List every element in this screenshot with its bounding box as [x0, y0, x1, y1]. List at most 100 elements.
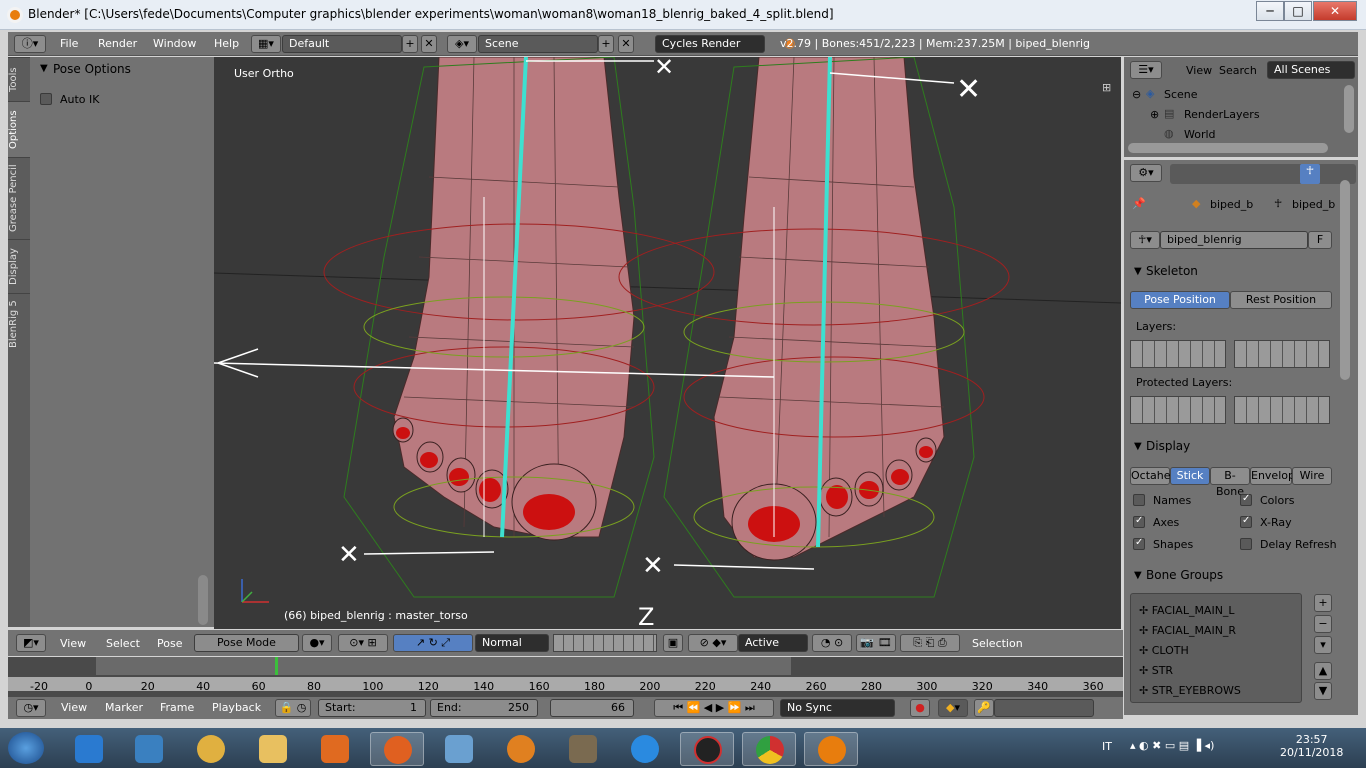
pose-copy-paste-buttons[interactable]: ⎘ ⎗ ⎙	[900, 634, 960, 652]
pin-icon[interactable]: 📌	[1132, 197, 1146, 210]
timeline-menu-frame[interactable]: Frame	[160, 701, 194, 714]
timeline-menu-view[interactable]: View	[61, 701, 87, 714]
keying-set-field[interactable]	[994, 699, 1094, 717]
list-item[interactable]: ✢ STR_EYEBROWS	[1139, 684, 1241, 697]
rest-position-button[interactable]: Rest Position	[1230, 291, 1332, 309]
menu-render[interactable]: Render	[98, 37, 137, 50]
protected-layers-grid-right[interactable]	[1234, 396, 1330, 424]
taskbar-app-media-player[interactable]	[122, 732, 176, 766]
current-frame-marker[interactable]	[275, 657, 279, 675]
record-button[interactable]: ●	[910, 699, 930, 717]
outliner-search-menu[interactable]: Search	[1219, 64, 1257, 77]
taskbar-app-wheel[interactable]	[494, 732, 548, 766]
timeline-editor-button[interactable]: ◷▾	[16, 699, 46, 717]
layers-grid-right[interactable]	[1234, 340, 1330, 368]
end-frame-field[interactable]: End: 250	[430, 699, 538, 717]
viewport-layers-grid[interactable]	[553, 634, 657, 652]
tab-grease-pencil[interactable]: Grease Pencil	[8, 157, 30, 239]
display-octahedral-button[interactable]: Octahe	[1130, 467, 1171, 485]
bone-group-move-up-button[interactable]: ▲	[1314, 662, 1332, 680]
keying-set-button[interactable]: ◆▾	[938, 699, 968, 717]
scene-icon-button[interactable]: ◈▾	[447, 35, 477, 53]
mode-select[interactable]: Pose Mode	[194, 634, 299, 652]
timeline-menu-playback[interactable]: Playback	[212, 701, 261, 714]
display-panel-title[interactable]: Display	[1146, 439, 1190, 453]
pose-position-button[interactable]: Pose Position	[1130, 291, 1230, 309]
3d-viewport[interactable]: ✕ ✕ ✕ ✕ Z User Ortho (66) biped_blenrig …	[214, 57, 1121, 629]
renderlayers-expand-icon[interactable]: ⊕	[1150, 108, 1159, 121]
auto-ik-checkbox[interactable]	[40, 93, 52, 105]
taskbar-app-gallery[interactable]	[432, 732, 486, 766]
timeline[interactable]: -20 0 20 40 60 80 100 120 140 160 180 200 220 240 260 2…	[8, 657, 1123, 697]
skeleton-collapse-icon[interactable]: ▼	[1134, 266, 1142, 277]
outliner-item-world[interactable]: World	[1184, 128, 1216, 141]
close-button[interactable]: ✕	[1313, 1, 1357, 21]
tab-blenrig[interactable]: BlenRig 5	[8, 293, 30, 355]
system-clock[interactable]: 23:57 20/11/2018	[1280, 733, 1343, 759]
outliner-editor-button[interactable]: ☰▾	[1130, 61, 1162, 79]
properties-editor-button[interactable]: ⚙▾	[1130, 164, 1162, 182]
outliner-hscrollbar[interactable]	[1128, 143, 1328, 153]
layout-add-button[interactable]: +	[402, 35, 418, 53]
playback-controls[interactable]: ⏮ ⏪ ◀ ▶ ⏩ ⏭	[654, 699, 774, 717]
taskbar-app-paint[interactable]	[184, 732, 238, 766]
menu-file[interactable]: File	[60, 37, 78, 50]
taskbar-app-ccleaner[interactable]	[618, 732, 672, 766]
names-checkbox[interactable]	[1133, 494, 1145, 506]
tray-icons[interactable]: ▴ ◐ ✖ ▭ ▤ ▐ ◂)	[1130, 739, 1214, 752]
local-view-button[interactable]: ▣	[663, 634, 683, 652]
bone-groups-list[interactable]: ✢ FACIAL_MAIN_L ✢ FACIAL_MAIN_R ✢ CLOTH …	[1130, 593, 1302, 703]
layout-icon-button[interactable]: ▦▾	[251, 35, 281, 53]
display-bbone-button[interactable]: B-Bone	[1210, 467, 1250, 498]
current-frame-field[interactable]: 66	[550, 699, 634, 717]
breadcrumb-armature[interactable]: biped_b	[1292, 198, 1335, 211]
menu-window[interactable]: Window	[153, 37, 196, 50]
taskbar-app-media[interactable]	[680, 732, 734, 766]
collapse-arrow-icon[interactable]: ▼	[40, 63, 48, 74]
outliner-view-menu[interactable]: View	[1186, 64, 1212, 77]
render-buttons[interactable]: 📷 🎞	[856, 634, 896, 652]
colors-checkbox[interactable]	[1240, 493, 1252, 506]
timeline-menu-marker[interactable]: Marker	[105, 701, 143, 714]
protected-layers-grid-left[interactable]	[1130, 396, 1226, 424]
scene-field[interactable]: Scene	[478, 35, 598, 53]
bone-groups-panel-title[interactable]: Bone Groups	[1146, 568, 1223, 582]
maximize-button[interactable]: □	[1284, 1, 1312, 21]
layout-remove-button[interactable]: ✕	[421, 35, 437, 53]
pivot-snap-buttons[interactable]: ⊙▾ ⊞	[338, 634, 388, 652]
minimize-button[interactable]: ─	[1256, 1, 1284, 21]
display-collapse-icon[interactable]: ▼	[1134, 441, 1142, 452]
tab-display[interactable]: Display	[8, 239, 30, 293]
pivot-active-select[interactable]: Active	[738, 634, 808, 652]
armature-browse-button[interactable]: ☥▾	[1130, 231, 1160, 249]
scene-remove-button[interactable]: ✕	[618, 35, 634, 53]
axes-checkbox[interactable]	[1133, 515, 1145, 528]
scene-add-button[interactable]: +	[598, 35, 614, 53]
taskbar-app-chrome[interactable]	[742, 732, 796, 766]
outliner-scrollbar[interactable]	[1344, 85, 1354, 133]
outliner-item-renderlayers[interactable]: RenderLayers	[1184, 108, 1260, 121]
menu-help[interactable]: Help	[214, 37, 239, 50]
viewport-editor-button[interactable]: ◩▾	[16, 634, 46, 652]
armature-data-tab-icon[interactable]: ☥	[1300, 164, 1320, 184]
snap-buttons[interactable]: ◔ ⊙	[812, 634, 852, 652]
shading-button[interactable]: ●▾	[302, 634, 332, 652]
bone-group-move-down-button[interactable]: ▼	[1314, 682, 1332, 700]
taskbar-app-gimp[interactable]	[556, 732, 610, 766]
delay-refresh-checkbox[interactable]	[1240, 538, 1252, 550]
armature-name-field[interactable]: biped_blenrig	[1160, 231, 1308, 249]
render-engine-select[interactable]: Cycles Render	[655, 35, 765, 53]
fake-user-button[interactable]: F	[1308, 231, 1332, 249]
bone-group-menu-button[interactable]: ▾	[1314, 636, 1332, 654]
taskbar-app-office[interactable]	[308, 732, 362, 766]
tab-tools[interactable]: Tools	[8, 57, 30, 101]
breadcrumb-object[interactable]: biped_b	[1210, 198, 1253, 211]
taskbar-app-explorer[interactable]	[246, 732, 300, 766]
preview-range-buttons[interactable]: 🔒 ◷	[275, 699, 311, 717]
layout-field[interactable]: Default	[282, 35, 402, 53]
taskbar-app-ie[interactable]	[62, 732, 116, 766]
properties-scrollbar[interactable]	[1340, 180, 1350, 380]
property-tabs[interactable]: ☥	[1170, 164, 1356, 184]
display-stick-button[interactable]: Stick	[1170, 467, 1210, 485]
skeleton-panel-title[interactable]: Skeleton	[1146, 264, 1198, 278]
